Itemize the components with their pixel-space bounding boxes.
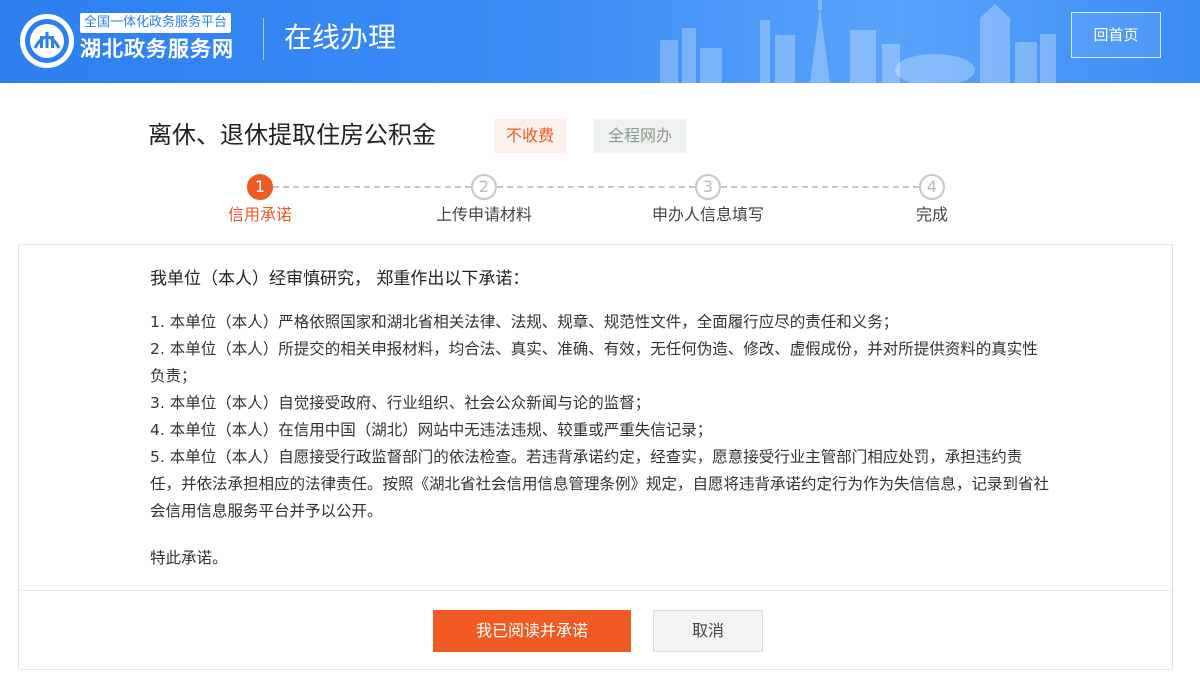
header-divider <box>263 18 264 60</box>
city-skyline-decoration <box>660 0 1056 83</box>
site-subtitle: 全国一体化政务服务平台 <box>80 13 232 33</box>
promise-item: 4. 本单位（本人）在信用中国（湖北）网站中无违法违规、较重或严重失信记录； <box>150 421 713 439</box>
step-connector <box>497 186 695 188</box>
section-title: 在线办理 <box>284 21 397 54</box>
cancel-button[interactable]: 取消 <box>653 610 763 652</box>
promise-item: 1. 本单位（本人）严格依照国家和湖北省相关法律、法规、规章、规范性文件，全面履… <box>150 313 899 331</box>
step-1-label: 信用承诺 <box>227 205 292 224</box>
step-connector <box>273 186 471 188</box>
step-3-label: 申办人信息填写 <box>651 205 764 224</box>
promise-list: 1. 本单位（本人）严格依照国家和湖北省相关法律、法规、规章、规范性文件，全面履… <box>150 309 1050 525</box>
step-2-label: 上传申请材料 <box>435 205 532 224</box>
step-3-circle: 3 <box>695 174 721 200</box>
site-name: 湖北政务服务网 <box>80 37 234 61</box>
step-2-circle: 2 <box>471 174 497 200</box>
credit-promise-panel: 我单位（本人）经审慎研究， 郑重作出以下承诺： 1. 本单位（本人）严格依照国家… <box>18 244 1173 670</box>
promise-closing: 特此承诺。 <box>150 549 228 567</box>
step-connector <box>721 186 919 188</box>
top-header: 全国一体化政务服务平台 湖北政务服务网 在线办理 回首页 <box>0 0 1200 83</box>
agree-button[interactable]: 我已阅读并承诺 <box>433 610 631 652</box>
promise-item: 5. 本单位（本人）自愿接受行政监督部门的依法检查。若违背承诺约定，经查实，愿意… <box>150 448 1050 520</box>
home-button[interactable]: 回首页 <box>1071 12 1161 58</box>
panel-footer-divider <box>19 590 1172 591</box>
promise-heading: 我单位（本人）经审慎研究， 郑重作出以下承诺： <box>150 269 530 289</box>
step-4-label: 完成 <box>915 205 948 224</box>
service-title: 离休、退休提取住房公积金 <box>148 121 436 149</box>
promise-item: 3. 本单位（本人）自觉接受政府、行业组织、社会公众新闻与论的监督； <box>150 394 651 412</box>
promise-item: 2. 本单位（本人）所提交的相关申报材料，均合法、真实、准确、有效，无任何伪造、… <box>150 340 1038 385</box>
hubei-gov-logo <box>20 14 74 68</box>
step-4-circle: 4 <box>919 174 945 200</box>
fee-tag: 不收费 <box>494 119 567 153</box>
online-tag: 全程网办 <box>594 119 687 153</box>
progress-steps: 1 2 3 4 信用承诺 上传申请材料 申办人信息填写 完成 <box>0 170 1200 240</box>
step-1-circle: 1 <box>247 174 273 200</box>
